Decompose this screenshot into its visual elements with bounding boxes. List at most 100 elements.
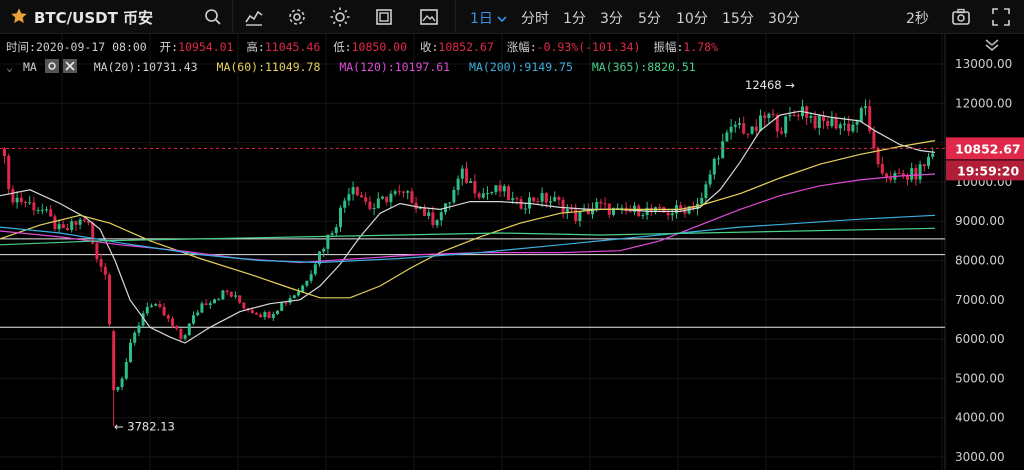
ma-settings-icon[interactable] — [44, 59, 59, 73]
candle-body — [360, 195, 363, 198]
candle-body — [927, 156, 930, 167]
candle-body — [679, 205, 683, 209]
candle-body — [91, 222, 95, 244]
low-annotation: ← 3782.13 — [114, 419, 175, 433]
candle-body — [221, 290, 225, 300]
refresh-rate[interactable]: 2秒 — [906, 8, 929, 28]
close-value: 10852.67 — [438, 40, 494, 54]
y-tick-label: 3000.00 — [955, 450, 1005, 464]
y-tick-label: 9000.00 — [955, 214, 1005, 228]
candle-body — [448, 202, 452, 204]
candle-body — [187, 323, 191, 336]
candle-body — [616, 207, 620, 209]
ma200-value: MA(200):9149.75 — [469, 60, 573, 74]
candle-body — [435, 220, 439, 226]
ma-close-icon[interactable] — [62, 59, 77, 73]
candle-body — [561, 199, 565, 213]
candle-body — [381, 196, 384, 199]
candle-body — [931, 153, 935, 157]
camera-icon[interactable] — [950, 6, 972, 28]
y-tick-label: 4000.00 — [955, 411, 1005, 425]
candle-body — [393, 191, 397, 194]
interval-15m[interactable]: 15分 — [722, 8, 754, 28]
candle-body — [49, 209, 53, 217]
layout-icon[interactable] — [373, 6, 395, 28]
candle-body — [78, 219, 82, 225]
ma-line-ma20 — [0, 110, 936, 344]
indicator-icon[interactable] — [243, 6, 265, 28]
candle-body — [620, 207, 624, 209]
candle-body — [914, 168, 918, 180]
candle-body — [309, 274, 313, 281]
collapse-icon[interactable] — [982, 36, 1002, 52]
candle-body — [540, 193, 544, 202]
ma365-value: MA(365):8820.51 — [591, 60, 696, 74]
candle-body — [15, 197, 19, 203]
candlestick-chart[interactable]: 13000.0012000.0011000.0010000.009000.008… — [0, 34, 1024, 470]
interval-5m[interactable]: 5分 — [638, 8, 661, 28]
image-icon[interactable] — [418, 6, 440, 28]
theme-icon[interactable] — [329, 6, 351, 28]
interval-3m[interactable]: 3分 — [600, 8, 623, 28]
fullscreen-icon[interactable] — [990, 6, 1012, 28]
candle-body — [834, 118, 838, 129]
candle-body — [297, 291, 300, 296]
star-icon[interactable] — [10, 7, 28, 25]
candle-body — [238, 295, 242, 303]
candle-body — [347, 194, 351, 201]
settings-icon[interactable] — [286, 6, 308, 28]
candle-body — [431, 212, 435, 226]
interval-10m[interactable]: 10分 — [676, 8, 708, 28]
candle-body — [57, 224, 61, 230]
candle-body — [292, 295, 296, 299]
candle-body — [116, 387, 120, 391]
candle-body — [166, 315, 170, 319]
search-icon[interactable] — [202, 6, 224, 28]
candle-body — [108, 274, 111, 325]
candle-body — [284, 302, 288, 304]
candle-body — [809, 116, 813, 118]
candle-body — [578, 211, 582, 222]
interval-timeshare[interactable]: 分时 — [521, 8, 549, 28]
candle-body — [519, 199, 523, 209]
candle-body — [557, 197, 561, 200]
candle-body — [855, 121, 859, 125]
candle-body — [19, 197, 23, 202]
candle-body — [792, 115, 796, 117]
candle-body — [95, 243, 99, 260]
chevron-down-icon[interactable] — [496, 10, 508, 23]
candle-body — [66, 228, 69, 230]
amplitude-label: 振幅: — [653, 40, 684, 54]
candle-body — [918, 164, 922, 180]
candle-body — [322, 248, 326, 252]
interval-1d[interactable]: 1日 — [470, 8, 493, 28]
time-value: 2020-09-17 08:00 — [35, 40, 147, 54]
ma-caret[interactable]: ⌄ — [6, 60, 13, 74]
interval-30m[interactable]: 30分 — [768, 8, 800, 28]
candle-body — [704, 184, 708, 198]
candle-body — [204, 303, 208, 305]
candle-body — [330, 233, 334, 235]
y-tick-label: 12000.00 — [955, 96, 1012, 110]
ma-legend: ⌄ MA MA(20):10731.43 MA(60):11049.78 MA(1… — [6, 59, 696, 74]
candle-body — [385, 196, 389, 203]
candle-body — [754, 126, 758, 131]
change-value: -0.93%(-101.34) — [536, 40, 641, 54]
ma-line-ma120 — [0, 173, 936, 264]
symbol-title: BTC/USDT 币安 — [34, 9, 154, 27]
candle-body — [162, 306, 166, 316]
candle-body — [7, 155, 11, 190]
candle-body — [826, 120, 830, 127]
candle-body — [847, 123, 851, 132]
candle-body — [452, 189, 456, 203]
interval-1m[interactable]: 1分 — [563, 8, 586, 28]
ma-line-ma60 — [0, 140, 936, 299]
candle-body — [234, 295, 237, 297]
candle-body — [717, 158, 720, 160]
candle-body — [851, 124, 855, 132]
candle-body — [507, 186, 510, 201]
candle-body — [145, 306, 149, 314]
candle-body — [843, 123, 846, 125]
y-tick-label: 6000.00 — [955, 332, 1005, 346]
change-label: 涨幅: — [506, 40, 537, 54]
